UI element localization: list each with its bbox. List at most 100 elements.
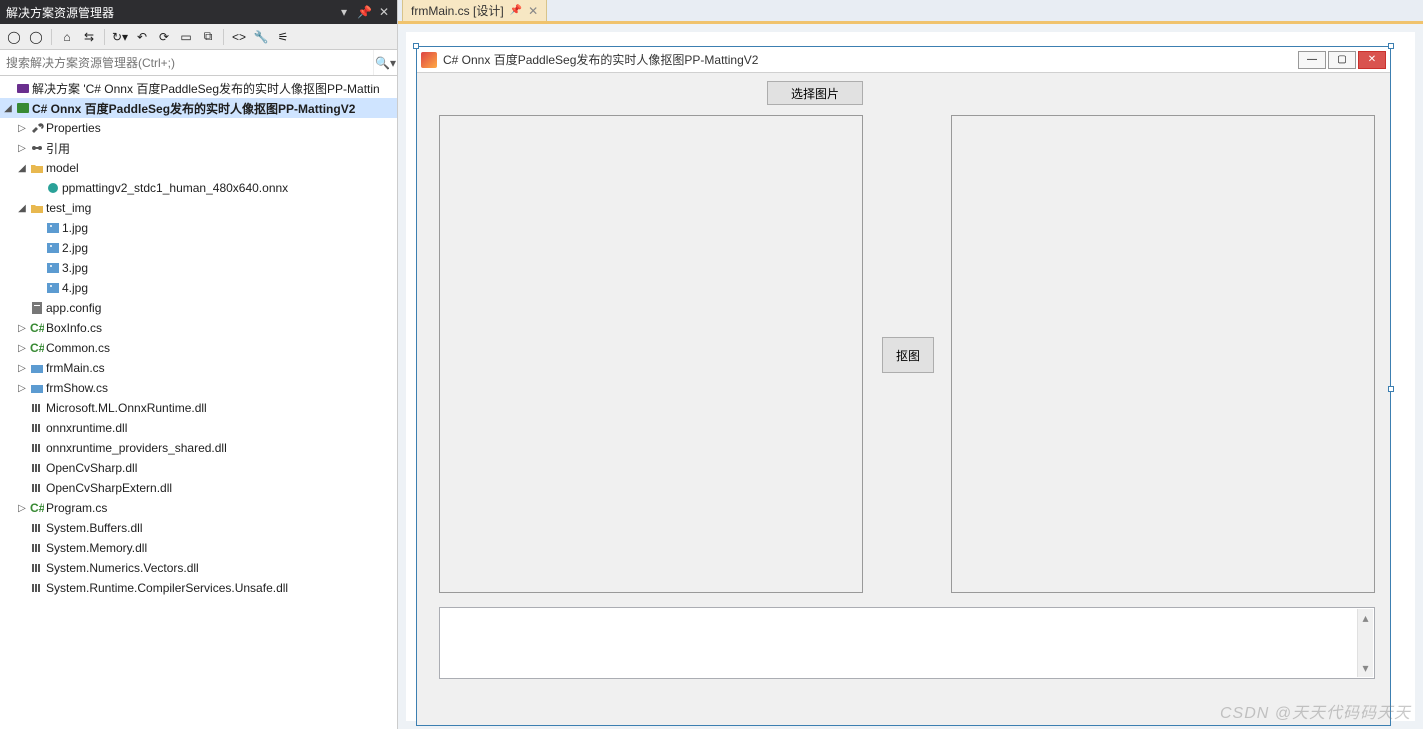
tree-appconfig[interactable]: app.config [0,298,397,318]
winform-title: C# Onnx 百度PaddleSeg发布的实时人像抠图PP-MattingV2 [443,51,1298,68]
svg-text:C#: C# [30,341,44,355]
wrench-icon [30,121,44,135]
search-icon[interactable]: 🔍▾ [373,50,397,75]
winform-client-area[interactable]: 选择图片 抠图 ▴▾ [417,73,1390,725]
tree-folder-model[interactable]: ◢ model [0,158,397,178]
preview-icon[interactable]: ⚟ [273,27,293,47]
resize-handle[interactable] [413,43,419,49]
solution-search-input[interactable] [0,50,373,75]
tree-dll-9[interactable]: System.Runtime.CompilerServices.Unsafe.d… [0,578,397,598]
tree-dll-4[interactable]: OpenCvSharp.dll [0,458,397,478]
output-textbox[interactable]: ▴▾ [439,607,1375,679]
editor-area: frmMain.cs [设计] 📌 ✕ C# Onnx 百度PaddleSeg发… [398,0,1423,729]
tree-img-3[interactable]: 3.jpg [0,258,397,278]
dropdown-icon[interactable]: ▾ [337,5,351,19]
svg-text:C#: C# [30,501,44,515]
sync-icon[interactable]: ⇆ [79,27,99,47]
winform-frmmain[interactable]: C# Onnx 百度PaddleSeg发布的实时人像抠图PP-MattingV2… [416,46,1391,726]
config-icon [30,301,44,315]
close-panel-icon[interactable]: ✕ [377,5,391,19]
copy-icon[interactable]: ⧉ [198,27,218,47]
pin-tab-icon[interactable]: 📌 [510,5,522,16]
tree-dll-3[interactable]: onnxruntime_providers_shared.dll [0,438,397,458]
document-tabbar: frmMain.cs [设计] 📌 ✕ [398,0,1423,24]
solution-search-row: 🔍▾ [0,50,397,76]
tree-dll-5[interactable]: OpenCvSharpExtern.dll [0,478,397,498]
forward-icon[interactable]: ◯ [26,27,46,47]
tree-dll-6[interactable]: System.Buffers.dll [0,518,397,538]
collapse-icon[interactable]: ⟳ [154,27,174,47]
pin-icon[interactable]: 📌 [357,5,371,19]
properties-icon[interactable]: 🔧 [251,27,271,47]
solution-explorer-panel: 解决方案资源管理器 ▾ 📌 ✕ ◯ ◯ ⌂ ⇆ ↻▾ ↶ ⟳ ▭ ⧉ <> 🔧 … [0,0,398,729]
image-icon [46,281,60,295]
tree-dll-8[interactable]: System.Numerics.Vectors.dll [0,558,397,578]
tree-frmshow[interactable]: ▷frmShow.cs [0,378,397,398]
tree-dll-1[interactable]: Microsoft.ML.OnnxRuntime.dll [0,398,397,418]
select-image-button[interactable]: 选择图片 [767,81,863,105]
tree-properties[interactable]: ▷ Properties [0,118,397,138]
image-icon [46,241,60,255]
csproj-icon [16,101,30,115]
onnx-icon [46,181,60,195]
panel-title: 解决方案资源管理器 [6,4,337,21]
app-icon [421,52,437,68]
tree-common[interactable]: ▷C#Common.cs [0,338,397,358]
code-icon[interactable]: <> [229,27,249,47]
dll-icon [30,481,44,495]
minimize-button[interactable]: — [1298,51,1326,69]
dll-icon [30,581,44,595]
tree-onnx-file[interactable]: ppmattingv2_stdc1_human_480x640.onnx [0,178,397,198]
solution-toolbar: ◯ ◯ ⌂ ⇆ ↻▾ ↶ ⟳ ▭ ⧉ <> 🔧 ⚟ [0,24,397,50]
back-icon[interactable]: ◯ [4,27,24,47]
dll-icon [30,561,44,575]
tree-frmmain[interactable]: ▷frmMain.cs [0,358,397,378]
close-button[interactable]: ✕ [1358,51,1386,69]
folder-icon [30,201,44,215]
scrollbar[interactable]: ▴▾ [1357,609,1373,677]
cs-icon: C# [30,341,44,355]
tree-img-1[interactable]: 1.jpg [0,218,397,238]
cs-icon: C# [30,501,44,515]
dll-icon [30,461,44,475]
picturebox-source[interactable] [439,115,863,593]
form-icon [30,361,44,375]
dll-icon [30,541,44,555]
tree-img-4[interactable]: 4.jpg [0,278,397,298]
tree-boxinfo[interactable]: ▷C#BoxInfo.cs [0,318,397,338]
showall-icon[interactable]: ▭ [176,27,196,47]
design-surface[interactable]: C# Onnx 百度PaddleSeg发布的实时人像抠图PP-MattingV2… [406,32,1415,721]
picturebox-result[interactable] [951,115,1375,593]
tab-frmmain-design[interactable]: frmMain.cs [设计] 📌 ✕ [402,0,547,21]
svg-text:C#: C# [30,321,44,335]
panel-titlebar: 解决方案资源管理器 ▾ 📌 ✕ [0,0,397,24]
resize-handle[interactable] [1388,386,1394,392]
form-icon [30,381,44,395]
maximize-button[interactable]: ▢ [1328,51,1356,69]
tab-label: frmMain.cs [设计] [411,2,504,19]
image-icon [46,221,60,235]
tree-project[interactable]: ◢ C# Onnx 百度PaddleSeg发布的实时人像抠图PP-Matting… [0,98,397,118]
tree-folder-testimg[interactable]: ◢ test_img [0,198,397,218]
matting-button[interactable]: 抠图 [882,337,934,373]
refresh-icon[interactable]: ↻▾ [110,27,130,47]
solution-tree[interactable]: 解决方案 'C# Onnx 百度PaddleSeg发布的实时人像抠图PP-Mat… [0,76,397,729]
resize-handle[interactable] [1388,43,1394,49]
folder-icon [30,161,44,175]
home-icon[interactable]: ⌂ [57,27,77,47]
tree-img-2[interactable]: 2.jpg [0,238,397,258]
undo-icon[interactable]: ↶ [132,27,152,47]
tree-dll-7[interactable]: System.Memory.dll [0,538,397,558]
tree-references[interactable]: ▷ 引用 [0,138,397,158]
dll-icon [30,521,44,535]
tree-dll-2[interactable]: onnxruntime.dll [0,418,397,438]
dll-icon [30,401,44,415]
tree-program[interactable]: ▷C#Program.cs [0,498,397,518]
tree-solution[interactable]: 解决方案 'C# Onnx 百度PaddleSeg发布的实时人像抠图PP-Mat… [0,78,397,98]
solution-icon [16,81,30,95]
references-icon [30,141,44,155]
winform-titlebar: C# Onnx 百度PaddleSeg发布的实时人像抠图PP-MattingV2… [417,47,1390,73]
dll-icon [30,441,44,455]
close-tab-icon[interactable]: ✕ [528,4,538,18]
cs-icon: C# [30,321,44,335]
